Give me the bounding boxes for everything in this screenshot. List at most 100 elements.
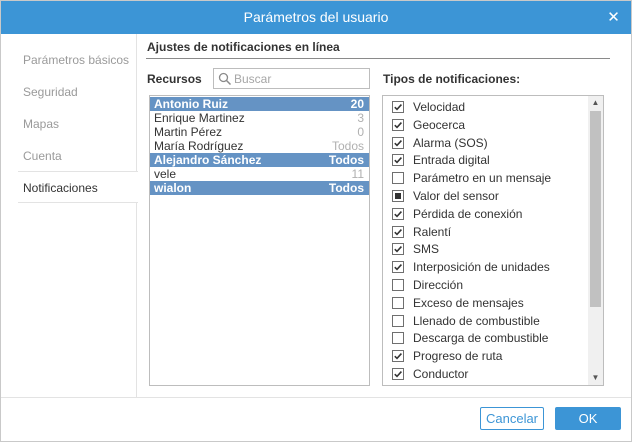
checkbox-unchecked[interactable] [392, 332, 404, 345]
resource-name: wialon [154, 181, 192, 195]
notification-type-item[interactable]: Exceso de mensajes [383, 294, 588, 312]
notification-type-item[interactable]: Descarga de combustible [383, 329, 588, 347]
resource-count: 11 [351, 167, 364, 181]
notification-type-label: Llenado de combustible [413, 313, 540, 328]
resource-name: vele [154, 167, 177, 181]
checkbox-unchecked[interactable] [392, 279, 404, 291]
ok-button[interactable]: OK [555, 407, 621, 430]
checkbox-checked[interactable] [392, 154, 404, 167]
settings-sidebar: Parámetros básicos Seguridad Mapas Cuent… [1, 34, 138, 397]
checkbox-checked[interactable] [392, 136, 404, 149]
notification-type-item[interactable]: Pérdida de conexión [383, 205, 588, 223]
resource-count: 0 [357, 125, 364, 139]
checkbox-checked[interactable] [392, 261, 404, 274]
check-icon [394, 210, 402, 218]
resource-row[interactable]: vele 11 [150, 167, 369, 181]
check-icon [394, 157, 402, 164]
resource-row[interactable]: Antonio Ruiz 20 [150, 97, 369, 111]
checkbox-checked[interactable] [392, 350, 404, 363]
dialog-title: Parámetros del usuario [243, 9, 389, 25]
sidebar-item-notifications[interactable]: Notificaciones [18, 171, 138, 203]
user-settings-dialog: Parámetros del usuario ✕ Parámetros bási… [0, 0, 632, 442]
notification-type-item[interactable]: Ralentí [383, 223, 588, 241]
search-icon [218, 72, 232, 86]
resource-name: Martin Pérez [154, 125, 223, 139]
close-icon[interactable]: ✕ [606, 10, 621, 25]
scroll-up-icon[interactable]: ▲ [588, 96, 603, 110]
resource-row[interactable]: Alejandro Sánchez Todos [150, 153, 369, 167]
dialog-titlebar: Parámetros del usuario ✕ [1, 1, 631, 34]
sidebar-item-basic[interactable]: Parámetros básicos [1, 44, 137, 76]
notification-type-label: Dirección [413, 278, 464, 292]
notification-type-label: Interposición de unidades [413, 260, 550, 275]
notification-type-item[interactable]: SMS [383, 240, 588, 258]
check-icon [394, 121, 402, 129]
notification-type-item[interactable]: Alarma (SOS) [383, 134, 588, 152]
checkbox-checked[interactable] [392, 207, 404, 220]
resource-count: Todos [331, 139, 364, 153]
checkbox-partial[interactable] [392, 190, 404, 202]
notifications-panel: Ajustes de notificaciones en línea Recur… [146, 34, 611, 397]
notification-type-item[interactable]: Geocerca [383, 116, 588, 134]
notification-types-label: Tipos de notificaciones: [383, 72, 521, 86]
check-icon [394, 246, 402, 253]
sidebar-item-maps[interactable]: Mapas [1, 108, 137, 140]
notification-type-label: Exceso de mensajes [413, 295, 524, 310]
notification-type-label: Pérdida de conexión [413, 206, 523, 221]
resource-name: María Rodríguez [154, 139, 244, 153]
notification-type-item[interactable]: Interposición de unidades [383, 258, 588, 276]
notification-type-label: Entrada digital [413, 153, 490, 168]
scrollbar-thumb[interactable] [590, 111, 601, 307]
checkbox-checked[interactable] [392, 243, 404, 256]
notification-type-item[interactable]: Progreso de ruta [383, 347, 588, 365]
search-input[interactable] [234, 70, 366, 87]
checkbox-unchecked[interactable] [392, 314, 404, 327]
checkbox-checked[interactable] [392, 118, 404, 131]
notification-type-item[interactable]: Conductor [383, 365, 588, 383]
notification-types-list: Velocidad Geocerca Alarma (SOS) Entrada dig… [382, 95, 604, 386]
resource-name: Enrique Martinez [154, 111, 245, 125]
footer-divider [1, 397, 631, 398]
notification-type-label: Geocerca [413, 117, 466, 132]
check-icon [394, 264, 402, 271]
resource-count: Todos [328, 153, 364, 167]
sidebar-item-security[interactable]: Seguridad [1, 76, 137, 108]
resource-row[interactable]: Martin Pérez 0 [150, 125, 369, 139]
cancel-button[interactable]: Cancelar [480, 407, 544, 430]
resource-name: Antonio Ruiz [154, 97, 228, 111]
checkbox-checked[interactable] [392, 368, 404, 380]
notification-type-label: Parámetro en un mensaje [413, 171, 552, 186]
notification-type-label: Ralentí [413, 224, 452, 239]
search-box [213, 68, 370, 89]
notification-type-item[interactable]: Llenado de combustible [383, 312, 588, 330]
scroll-down-icon[interactable]: ▼ [588, 371, 603, 385]
check-icon [394, 104, 402, 111]
notification-type-label: Alarma (SOS) [413, 135, 488, 150]
notification-type-label: SMS [413, 242, 440, 257]
notification-type-item[interactable]: Parámetro en un mensaje [383, 169, 588, 187]
notification-type-label: Progreso de ruta [413, 349, 503, 364]
checkbox-checked[interactable] [392, 225, 404, 238]
notification-type-item[interactable]: Valor del sensor [383, 187, 588, 205]
scrollbar[interactable]: ▲ ▼ [588, 96, 603, 385]
check-icon [394, 139, 402, 147]
resource-row[interactable]: wialon Todos [150, 181, 369, 195]
resource-count: Todos [328, 181, 364, 195]
checkbox-unchecked[interactable] [392, 296, 404, 309]
resource-count: 3 [357, 111, 364, 125]
check-icon [394, 228, 402, 236]
checkbox-unchecked[interactable] [392, 172, 404, 185]
check-icon [394, 371, 402, 378]
notification-type-item[interactable]: Dirección [383, 276, 588, 294]
resource-row[interactable]: Enrique Martinez 3 [150, 111, 369, 125]
sidebar-item-account[interactable]: Cuenta [1, 140, 137, 172]
section-title: Ajustes de notificaciones en línea [147, 40, 340, 54]
resource-name: Alejandro Sánchez [154, 153, 262, 167]
notification-type-item[interactable]: Entrada digital [383, 151, 588, 169]
notification-type-item[interactable]: Velocidad [383, 98, 588, 116]
resources-list: Antonio Ruiz 20 Enrique Martinez 3 Martin Pé… [149, 95, 370, 386]
notification-type-label: Conductor [413, 367, 469, 381]
check-icon [394, 353, 402, 360]
checkbox-checked[interactable] [392, 101, 404, 113]
resource-row[interactable]: María Rodríguez Todos [150, 139, 369, 153]
